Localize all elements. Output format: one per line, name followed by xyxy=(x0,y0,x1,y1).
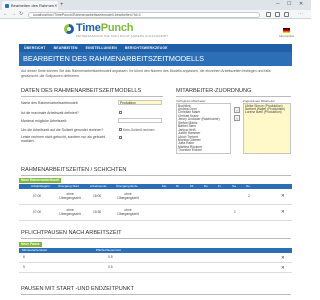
remove-employee-button[interactable]: ‹ xyxy=(234,115,240,121)
max-time-input[interactable] xyxy=(118,118,162,123)
breaks-section-title: PFLICHTPAUSEN NACH ARBEITSZEIT xyxy=(21,230,122,236)
end-time: 16:00 xyxy=(93,194,102,198)
nav-item-einstellungen[interactable]: EINSTELLUNGEN xyxy=(86,46,117,50)
end-time: 15:30 xyxy=(93,210,102,214)
reload-icon[interactable]: ↻ xyxy=(19,11,23,18)
logo-text[interactable]: TimePunch xyxy=(76,22,134,34)
forced-checkbox[interactable] xyxy=(119,111,122,114)
break-time: 0.5 xyxy=(108,265,113,269)
delete-icon[interactable]: ✕ xyxy=(281,265,285,270)
divider xyxy=(176,96,291,97)
start-time: 07:00 xyxy=(33,210,42,214)
extra-checkbox[interactable] xyxy=(119,136,122,139)
favorites-icon[interactable] xyxy=(266,11,271,17)
available-employees-list[interactable]: Buchfink Andrea Dorn Christian Maier Chr… xyxy=(176,103,231,154)
address-bar: ← → ↻ localhost/src/TimePunch/Rahmenarbe… xyxy=(0,10,311,19)
forward-icon[interactable]: → xyxy=(11,11,16,18)
forced-label: Ist die maximale Arbeitszeit definiert? xyxy=(21,111,79,115)
german-flag-icon[interactable] xyxy=(283,28,290,33)
add-employee-button[interactable]: › xyxy=(234,107,240,113)
close-tab-icon[interactable]: ✕ xyxy=(54,3,57,8)
minimize-icon[interactable]: ─ xyxy=(276,1,280,7)
site-header xyxy=(0,19,311,44)
window-close-icon[interactable]: ✕ xyxy=(299,1,303,7)
core-checkbox[interactable] xyxy=(119,128,122,131)
delete-icon[interactable]: ✕ xyxy=(281,255,285,260)
transition-end: ohne Übergangszeit xyxy=(117,192,139,200)
table-row[interactable]: 6 0.5 ✕ xyxy=(19,253,292,263)
name-label: Name des Rahmenarbeitszeitmodell: xyxy=(21,101,79,105)
break-time: 0.5 xyxy=(108,255,113,259)
more-icon[interactable]: ⋯ xyxy=(298,11,303,18)
divider xyxy=(21,175,291,176)
divider xyxy=(21,294,291,295)
times-section-title: RAHMENARBEITSZEITEN / SCHICHTEN xyxy=(21,167,127,173)
new-break-button[interactable]: Neue Pause xyxy=(19,242,42,247)
name-input[interactable]: Produktion xyxy=(118,100,162,105)
delete-icon[interactable]: ✕ xyxy=(281,209,285,214)
model-section-title: DATEN DES RAHMENARBEITSZEITMODELLS xyxy=(21,88,142,94)
min-work-time: 9 xyxy=(23,265,25,269)
start-end-section-title: PAUSEN MIT START -UND ENDZEITPUNKT xyxy=(21,286,134,292)
nav-item-berichtswerkzeuge[interactable]: BERICHTSWERKZEUGE xyxy=(125,46,168,50)
list-item[interactable]: Thorsten Eichler xyxy=(178,148,229,152)
share-icon[interactable] xyxy=(284,11,289,17)
logo-text-primary: Time xyxy=(76,22,101,34)
divider xyxy=(21,96,163,97)
table-row[interactable]: 9 0.5 ✕ xyxy=(19,263,292,273)
main-nav: ÜBERSICHT BEARBEITEN EINSTELLUNGEN BERIC… xyxy=(19,44,292,52)
favicon-icon xyxy=(5,3,9,8)
browser-tab-title: Bearbeiten des Rahmen xyxy=(11,3,55,8)
table-row[interactable]: 07:00 ohne Übergangszeit 16:00 ohne Über… xyxy=(19,189,292,205)
back-icon[interactable]: ← xyxy=(3,11,8,18)
logo-tagline: ZEITERFASSUNG DIE SICH NICHT ANDERS AUFS… xyxy=(76,34,169,38)
list-item[interactable]: Lorenz Bartl (Produktion) xyxy=(245,110,289,114)
assigned-employees-list[interactable]: Ulrike Simon (Produktion) Norbert Walter… xyxy=(243,103,291,154)
table-row[interactable]: 07:00 ohne Übergangszeit 15:30 ohne Über… xyxy=(19,205,292,221)
page-intro: Auf dieser Seite können Sie das Rahmenar… xyxy=(21,69,271,78)
url-input[interactable]: localhost/src/TimePunch/Rahmenarbeitszei… xyxy=(28,11,260,18)
transition-end: ohne Übergangszeit xyxy=(117,208,139,216)
browser-tab-bar: Bearbeiten des Rahmen ✕ + ─ ☐ ✕ xyxy=(0,0,311,10)
divider xyxy=(21,238,291,239)
timepunch-logo-icon[interactable] xyxy=(64,24,74,34)
page-title: BEARBEITEN DES RAHMENARBEITSZEITMODELLS xyxy=(19,52,292,66)
max-time-label: Maximal mögliche Arbeitszeit: xyxy=(21,119,68,123)
delete-icon[interactable]: ✕ xyxy=(281,193,285,198)
nav-item-uebersicht[interactable]: ÜBERSICHT xyxy=(24,46,46,50)
notes-icon[interactable] xyxy=(275,11,280,17)
logo-text-secondary: Punch xyxy=(100,22,134,34)
extra-label: Leiste rechnen nicht gebucht, sondern nu… xyxy=(21,135,106,143)
assignment-section-title: MITARBEITER-ZUORDNUNG xyxy=(176,88,252,94)
day-count: 2 xyxy=(248,194,250,198)
nav-item-bearbeiten[interactable]: BEARBEITEN xyxy=(54,46,78,50)
start-time: 07:00 xyxy=(33,194,42,198)
new-tab-icon[interactable]: + xyxy=(60,2,64,8)
core-checkbox-label: Kern-Sollzeit rechnen xyxy=(123,127,155,132)
core-label: Um die Arbeitszeit auf die Sollzeit geru… xyxy=(21,128,104,132)
user-link[interactable]: Administrator xyxy=(279,35,294,38)
min-work-time: 6 xyxy=(23,255,25,259)
browser-tab[interactable]: Bearbeiten des Rahmen ✕ xyxy=(2,1,58,10)
day-count: 1 xyxy=(234,210,236,214)
new-time-button[interactable]: Neue Rahmenarbeitszeit xyxy=(19,178,62,183)
transition-start: ohne Übergangszeit xyxy=(59,192,81,200)
maximize-icon[interactable]: ☐ xyxy=(287,1,291,7)
transition-start: ohne Übergangszeit xyxy=(59,208,81,216)
